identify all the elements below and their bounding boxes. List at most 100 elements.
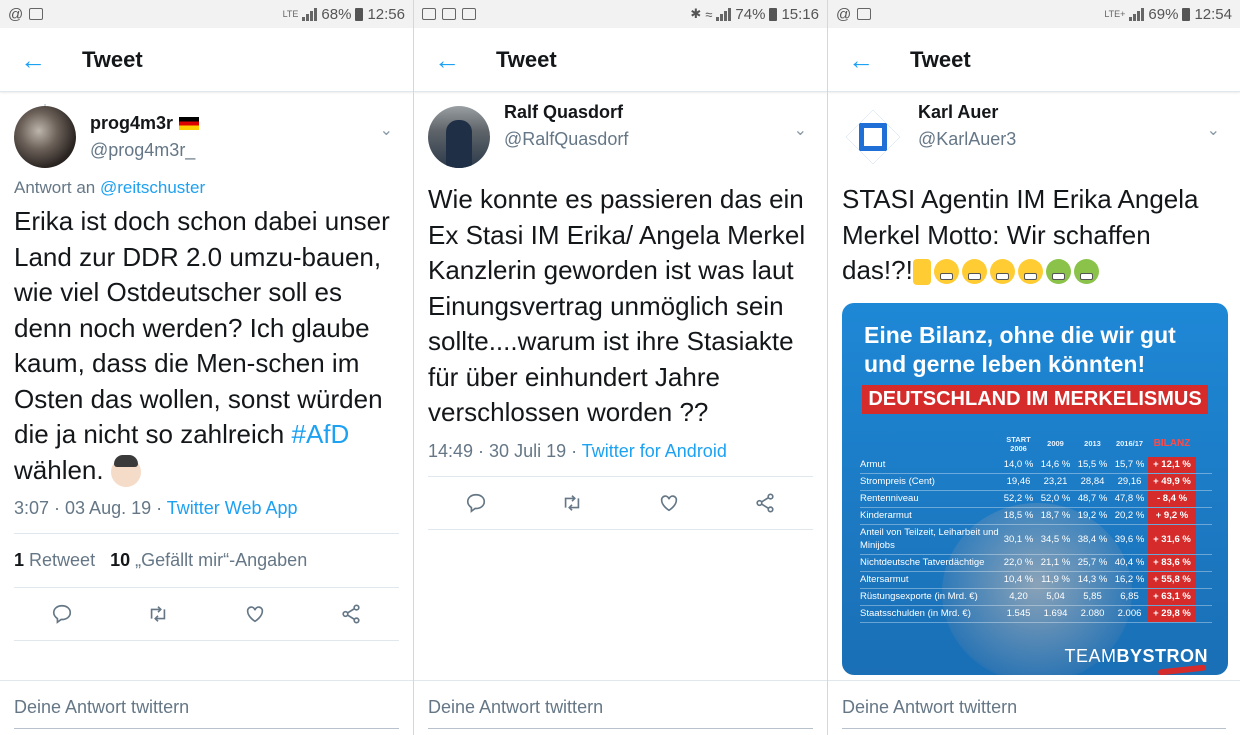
at-icon: @ [836,5,852,23]
tweet-panel-1: @ LTE 68% 12:56 ← Tweet prog4m3r @prog4m3r… [0,0,413,735]
battery-icon [769,7,778,21]
chevron-down-icon[interactable]: ⌄ [1207,120,1220,140]
table-cell: 21,1 % [1040,557,1071,568]
share-icon[interactable] [745,483,785,523]
author-row[interactable]: Karl Auer @KarlAuer3 ⌄ [842,102,1226,168]
reply-input[interactable]: Deine Antwort twittern [842,697,1226,729]
activity-icon [29,8,44,20]
tweet-panel-3: @ LTE+ 69% 12:54 ← Tweet Karl Auer @KarlAu… [828,0,1240,735]
bilanz-cell: + 31,6 % [1148,524,1196,554]
image-banner: DEUTSCHLAND IM MERKELISMUS [862,384,1208,414]
page-title: Tweet [82,46,143,72]
grimacing-emoji-icon [989,259,1015,285]
signal-icon [302,7,318,21]
thumbs-down-emoji-icon [912,259,931,286]
reply-context: Antwort an @reitschuster [14,178,399,198]
retweet-count[interactable]: 1 [14,550,24,570]
author-name[interactable]: Karl Auer [918,102,1016,123]
table-row: Rüstungsexporte (in Mrd. €) 4,20 5,04 5,85 6… [860,588,1212,606]
table-cell: 39,6 % [1114,533,1145,545]
table-cell: 1.694 [1043,608,1068,619]
like-icon[interactable] [649,483,689,523]
chevron-down-icon[interactable]: ⌄ [794,120,807,140]
reply-input[interactable]: Deine Antwort twittern [428,697,813,729]
at-icon: @ [8,5,24,23]
tweet: Karl Auer @KarlAuer3 ⌄ STASI Agentin IM … [828,102,1240,675]
source-link[interactable]: Twitter Web App [167,498,298,518]
back-arrow-icon[interactable]: ← [0,47,62,73]
back-arrow-icon[interactable]: ← [414,47,476,73]
logo-text: BYSTRON [1116,645,1208,666]
reply-icon[interactable] [42,594,82,634]
bilanz-cell: + 55,8 % [1148,571,1196,588]
row-label: Strompreis (Cent) [860,476,935,487]
column-header: START 2006 [1006,434,1031,453]
avatar[interactable] [14,106,76,168]
back-arrow-icon[interactable]: ← [828,47,890,73]
tweet: prog4m3r @prog4m3r_ ⌄ Antwort an @reitsc… [0,104,413,641]
battery-percent: 74% [735,5,766,23]
table-cell: 14,6 % [1040,459,1071,470]
row-label: Kinderarmut [860,510,912,521]
grimacing-emoji-icon [961,259,987,285]
tweet: Ralf Quasdorf @RalfQuasdorf ⌄ Wie konnte… [414,102,827,530]
reply-icon[interactable] [456,483,496,523]
table-cell: 14,0 % [1003,459,1034,470]
author-name[interactable]: prog4m3r [90,113,173,134]
share-icon[interactable] [331,594,371,634]
status-bar: @ LTE 68% 12:56 [0,0,413,28]
activity-icon [462,8,476,20]
battery-percent: 68% [321,5,352,23]
table-row: Armut 14,0 % 14,6 % 15,5 % 15,7 % + 12,1 % [860,456,1212,474]
grimacing-emoji-icon [1017,259,1043,285]
like-count[interactable]: 10 [110,550,130,570]
app-header: ← Tweet [414,28,827,92]
nauseated-emoji-icon [1073,259,1099,285]
retweet-icon[interactable] [138,594,178,634]
table-row: Staatsschulden (in Mrd. €) 1.545 1.694 2.08… [860,605,1212,623]
source-link[interactable]: Twitter for Android [582,441,727,461]
shrug-emoji-icon [110,454,141,487]
avatar[interactable] [842,106,904,168]
clock: 12:54 [1194,5,1232,23]
status-bar: ✱ ≈74% 15:16 [414,0,827,28]
status-bar: @ LTE+ 69% 12:54 [828,0,1240,28]
tweet-panel-2: ✱ ≈74% 15:16 ← Tweet Ralf Quasdorf @RalfQu… [414,0,827,735]
table-row: Kinderarmut 18,5 % 18,7 % 19,2 % 20,2 % + 9,2… [860,507,1212,525]
clock: 12:56 [367,5,405,23]
reply-to-link[interactable]: @reitschuster [100,178,205,197]
avatar[interactable] [428,106,490,168]
page-title: Tweet [496,46,557,72]
author-handle[interactable]: @RalfQuasdorf [504,129,628,150]
author-row[interactable]: prog4m3r @prog4m3r_ ⌄ [14,106,399,168]
bilanz-cell: + 29,8 % [1148,605,1196,622]
table-cell: 10,4 % [1003,574,1034,585]
emoji-row [912,259,1099,286]
app-header: ← Tweet [828,28,1240,92]
table-cell: 52,2 % [1003,493,1034,504]
author-row[interactable]: Ralf Quasdorf @RalfQuasdorf ⌄ [428,102,813,168]
tweet-meta: 14:49 · 30 Juli 19 · Twitter for Android [428,441,813,462]
table-cell: 48,7 % [1077,493,1108,504]
retweet-label[interactable]: Retweet [29,550,95,570]
row-label: Armut [860,459,886,470]
table-cell: 11,9 % [1041,574,1070,585]
network-type: LTE [282,9,299,19]
like-label[interactable]: „Gefällt mir“-Angaben [135,550,307,570]
chevron-down-icon[interactable]: ⌄ [380,120,393,140]
table-cell: 40,4 % [1114,557,1145,568]
like-icon[interactable] [235,594,275,634]
author-handle[interactable]: @prog4m3r_ [90,140,199,161]
author-handle[interactable]: @KarlAuer3 [918,129,1016,150]
hashtag-link[interactable]: #AfD [291,419,349,449]
tweet-image[interactable]: Eine Bilanz, ohne die wir gut und gerne … [842,302,1228,675]
battery-percent: 69% [1148,5,1179,23]
reply-composer: Deine Antwort twittern [414,680,827,735]
reply-input[interactable]: Deine Antwort twittern [14,697,399,729]
table-cell: 18,5 % [1003,510,1034,521]
author-name[interactable]: Ralf Quasdorf [504,102,628,123]
mail-icon [442,8,456,20]
stats-table: START 2006 2009 2013 2016/17 BILANZ Armu… [860,431,1212,623]
retweet-icon[interactable] [552,483,592,523]
image-title: Eine Bilanz, ohne die wir gut und gerne … [864,321,1176,377]
